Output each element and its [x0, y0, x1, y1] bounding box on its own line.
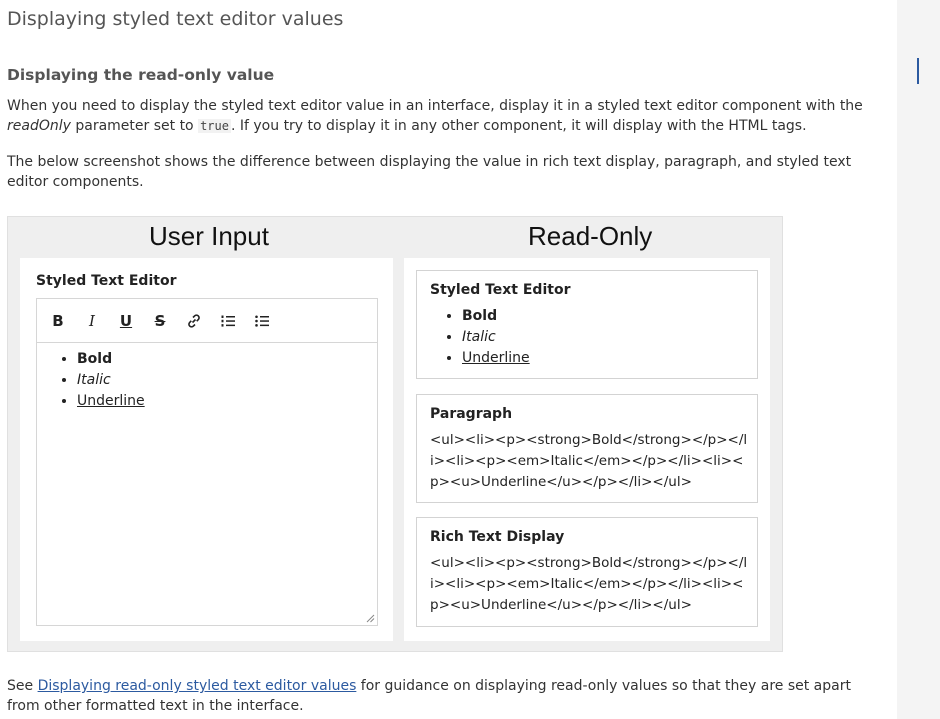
guidance-paragraph: See Displaying read-only styled text edi… [7, 676, 867, 716]
list-item: Bold [77, 349, 377, 370]
editor-content[interactable]: Bold Italic Underline [37, 349, 377, 412]
underline-button[interactable]: U [115, 311, 137, 331]
paragraph-card: Paragraph <ul><li><p><strong>Bold</stron… [416, 394, 758, 503]
strikethrough-button[interactable]: S [149, 311, 171, 331]
list-item: Underline [77, 391, 377, 412]
styled-text-editor-card: Styled Text Editor Bold Italic Underline [416, 270, 758, 379]
list-item: Italic [462, 327, 530, 348]
read-only-heading: Read-Only [528, 221, 653, 251]
comparison-screenshot: User Input Read-Only Styled Text Editor … [7, 216, 783, 652]
numbered-list-icon[interactable] [217, 311, 239, 331]
editor-list: Bold Italic Underline [37, 349, 377, 412]
readonly-param: readOnly [7, 118, 71, 134]
resize-handle-icon[interactable] [366, 614, 375, 623]
read-only-column: Styled Text Editor Bold Italic Underline… [404, 258, 770, 641]
rich-text-display-card: Rich Text Display <ul><li><p><strong>Bol… [416, 517, 758, 627]
screenshot-description: The below screenshot shows the differenc… [7, 154, 852, 190]
user-input-column: Styled Text Editor B I U S • Bold • Ital… [20, 258, 393, 641]
intro-text-3: . If you try to display it in any other … [230, 118, 807, 134]
card-title: Rich Text Display [430, 529, 565, 545]
main-content: Displaying styled text editor values Dis… [0, 0, 897, 719]
card-title: Styled Text Editor [430, 282, 571, 298]
true-code: true [198, 119, 231, 133]
italic-button[interactable]: I [81, 311, 103, 331]
bulleted-list-icon[interactable] [251, 311, 273, 331]
side-panel [897, 0, 940, 719]
list-item: Underline [462, 348, 530, 369]
raw-html-text: <ul><li><p><strong>Bold</strong></p></li… [430, 555, 748, 613]
readonly-list: Bold Italic Underline [417, 306, 530, 369]
list-item: Bold [462, 306, 530, 327]
raw-html-text: <ul><li><p><strong>Bold</strong></p></li… [430, 432, 748, 490]
list-item: Italic [77, 370, 377, 391]
editor-label: Styled Text Editor [36, 273, 177, 289]
intro-paragraph: When you need to display the styled text… [7, 96, 867, 136]
section-title: Displaying the read-only value [7, 66, 275, 84]
text-cursor [917, 58, 919, 84]
bold-button[interactable]: B [47, 311, 69, 331]
styled-text-editor[interactable]: B I U S Bold [36, 298, 378, 626]
guidance-prefix: See [7, 678, 38, 694]
page-title: Displaying styled text editor values [7, 8, 344, 30]
user-input-heading: User Input [149, 221, 269, 251]
card-title: Paragraph [430, 406, 513, 422]
link-icon[interactable] [183, 311, 205, 331]
editor-toolbar: B I U S [37, 299, 377, 343]
read-only-values-link[interactable]: Displaying read-only styled text editor … [38, 678, 357, 694]
intro-text-1: When you need to display the styled text… [7, 98, 863, 114]
intro-text-2: parameter set to [70, 118, 199, 134]
